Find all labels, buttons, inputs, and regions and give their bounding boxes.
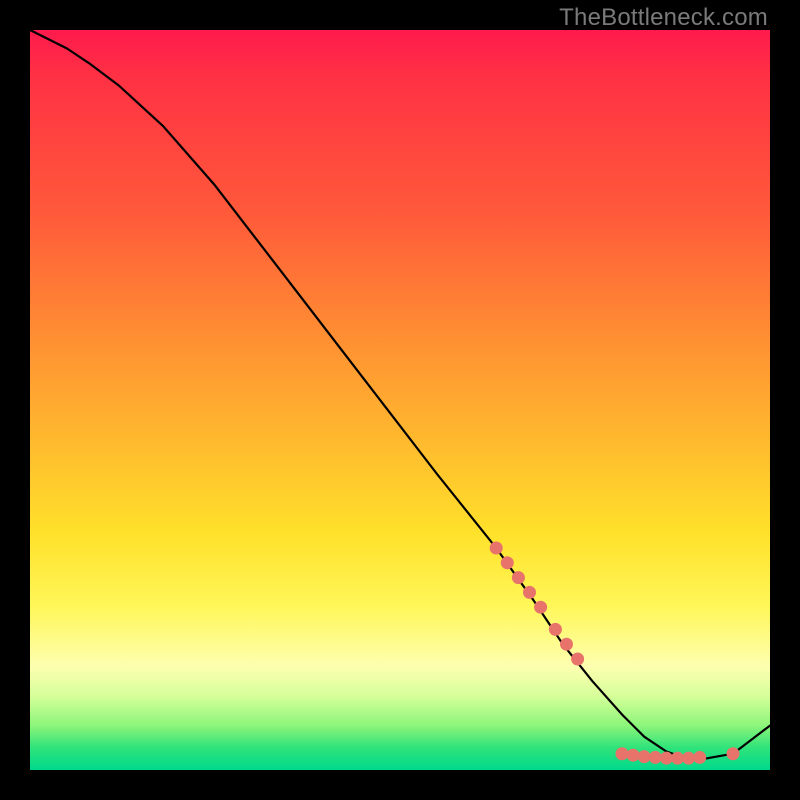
chart-svg xyxy=(30,30,770,770)
watermark-text: TheBottleneck.com xyxy=(559,4,768,32)
data-point xyxy=(490,542,503,555)
data-point xyxy=(727,747,740,760)
data-point xyxy=(682,752,695,765)
data-point xyxy=(512,571,525,584)
data-point xyxy=(549,623,562,636)
data-point xyxy=(660,752,673,765)
data-point xyxy=(523,586,536,599)
chart-frame: TheBottleneck.com xyxy=(0,0,800,800)
data-point xyxy=(638,750,651,763)
data-point xyxy=(571,653,584,666)
data-point xyxy=(501,556,514,569)
data-point xyxy=(560,638,573,651)
series-curve xyxy=(30,30,770,759)
data-point xyxy=(616,747,629,760)
data-point xyxy=(649,751,662,764)
series-points xyxy=(490,542,740,765)
data-point xyxy=(627,749,640,762)
plot-area xyxy=(30,30,770,770)
data-point xyxy=(534,601,547,614)
data-point xyxy=(671,752,684,765)
data-point xyxy=(693,751,706,764)
